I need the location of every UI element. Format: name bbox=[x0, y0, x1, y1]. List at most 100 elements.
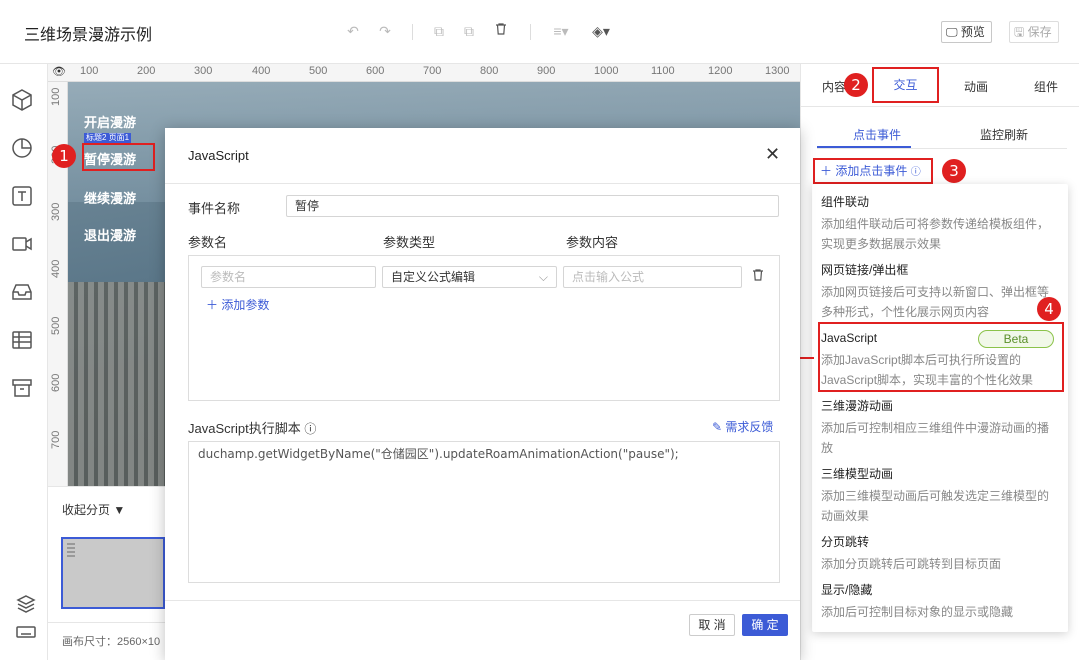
ruler-tick: 500 bbox=[50, 316, 62, 335]
text-icon[interactable] bbox=[10, 184, 38, 212]
param-name-input[interactable]: 参数名 bbox=[201, 266, 376, 288]
javascript-dialog: JavaScript ✕ 事件名称 暂停 参数名 参数类型 参数内容 参数名 自… bbox=[165, 128, 800, 660]
page-thumbnail[interactable] bbox=[61, 537, 165, 609]
layers-icon[interactable]: ◈▾ bbox=[588, 22, 614, 40]
event-option-3d-model[interactable]: 三维模型动画 添加三维模型动画后可触发选定三维模型的动画效果 bbox=[812, 466, 1068, 526]
ruler-tick: 1200 bbox=[708, 65, 733, 77]
ruler-tick: 300 bbox=[194, 65, 213, 77]
undo-icon[interactable]: ↶ bbox=[344, 22, 362, 40]
tab-divider bbox=[801, 106, 1079, 107]
event-option-title: 显示/隐藏 bbox=[821, 583, 873, 597]
eye-icon[interactable]: 👁 bbox=[52, 65, 66, 78]
edit-icon: ✎ bbox=[712, 420, 726, 434]
event-option-page-jump[interactable]: 分页跳转 添加分页跳转后可跳转到目标页面 bbox=[812, 534, 1068, 574]
ruler-horizontal: 👁 100 200 300 400 500 600 700 800 900 10… bbox=[48, 64, 800, 82]
ruler-tick: 600 bbox=[366, 65, 385, 77]
keyboard-icon[interactable] bbox=[14, 620, 42, 648]
subtab-monitor-refresh[interactable]: 监控刷新 bbox=[980, 126, 1028, 143]
event-option-desc: 添加后可控制目标对象的显示或隐藏 bbox=[821, 605, 1014, 619]
redo-icon[interactable]: ↷ bbox=[376, 22, 394, 40]
drag-handle-icon[interactable] bbox=[67, 543, 75, 557]
feedback-label: 需求反馈 bbox=[725, 420, 774, 434]
param-content-input[interactable]: 点击输入公式 bbox=[563, 266, 742, 288]
close-icon[interactable]: ✕ bbox=[765, 144, 780, 165]
paste-icon[interactable]: ⧉ bbox=[460, 22, 478, 40]
app-root: 三维场景漫游示例 ↶ ↷ ⧉ ⧉ ≡▾ ◈▾ 🖵 预览 🖫 保存 👁 100 2… bbox=[0, 0, 1079, 660]
event-option-show-hide[interactable]: 显示/隐藏 添加后可控制目标对象的显示或隐藏 bbox=[812, 582, 1068, 622]
add-click-event-label: 添加点击事件 bbox=[835, 164, 908, 178]
ruler-tick: 800 bbox=[480, 65, 499, 77]
param-content-header: 参数内容 bbox=[566, 235, 619, 250]
ruler-tick: 100 bbox=[80, 65, 99, 77]
ruler-tick: 1100 bbox=[651, 65, 675, 77]
collapse-pages-label: 收起分页 bbox=[62, 503, 111, 517]
dialog-title: JavaScript bbox=[188, 148, 249, 163]
delete-icon[interactable] bbox=[492, 22, 510, 40]
ruler-tick: 1000 bbox=[594, 65, 619, 77]
ruler-tick: 700 bbox=[423, 65, 442, 77]
param-name-header: 参数名 bbox=[188, 235, 228, 250]
script-label-row: JavaScript执行脚本 ⓘ bbox=[188, 418, 316, 437]
table-icon[interactable] bbox=[10, 328, 38, 356]
ruler-tick: 700 bbox=[50, 430, 62, 449]
feedback-link[interactable]: ✎ 需求反馈 bbox=[712, 418, 773, 435]
video-icon[interactable] bbox=[10, 232, 38, 260]
event-type-menu: 组件联动 添加组件联动后可将参数传递给模板组件，实现更多数据展示效果 网页链接/… bbox=[812, 184, 1068, 632]
step-marker-1: 1 bbox=[52, 144, 76, 168]
script-editor[interactable]: duchamp.getWidgetByName("仓储园区").updateRo… bbox=[188, 441, 780, 583]
selection-highlight bbox=[82, 143, 155, 171]
step-marker-2: 2 bbox=[844, 73, 868, 97]
cancel-button[interactable]: 取 消 bbox=[689, 614, 735, 636]
event-option-title: 分页跳转 bbox=[821, 535, 870, 549]
event-option-3d-roam[interactable]: 三维漫游动画 添加后可控制相应三维组件中漫游动画的播放 bbox=[812, 398, 1068, 458]
preview-label: 预览 bbox=[960, 25, 985, 39]
event-option-title: 组件联动 bbox=[821, 195, 870, 209]
pie-chart-icon[interactable] bbox=[10, 136, 38, 164]
align-icon[interactable]: ≡▾ bbox=[548, 22, 574, 40]
copy-icon[interactable]: ⧉ bbox=[430, 22, 448, 40]
ruler-tick: 200 bbox=[137, 65, 156, 77]
menu-start-roam[interactable]: 开启漫游 bbox=[84, 112, 136, 131]
event-option-desc: 添加分页跳转后可跳转到目标页面 bbox=[821, 557, 1002, 571]
param-type-select[interactable]: 自定义公式编辑 ⌵ bbox=[382, 266, 557, 288]
ruler-tick: 1300 bbox=[765, 65, 790, 77]
monitor-icon: 🖵 bbox=[946, 25, 958, 39]
event-option-desc: 添加三维模型动画后可触发选定三维模型的动画效果 bbox=[821, 489, 1050, 523]
script-code: duchamp.getWidgetByName("仓储园区").updateRo… bbox=[198, 447, 679, 461]
selection-label: 标题2 页面1 bbox=[84, 133, 132, 143]
archive-icon[interactable] bbox=[10, 376, 38, 404]
param-table: 参数名 自定义公式编辑 ⌵ 点击输入公式 ＋ 添加参数 bbox=[188, 255, 780, 401]
ruler-vertical: 100 200 300 400 500 600 700 bbox=[48, 82, 68, 486]
subtab-click-event[interactable]: 点击事件 bbox=[853, 126, 901, 143]
menu-resume-roam[interactable]: 继续漫游 bbox=[84, 188, 136, 207]
cube-icon[interactable] bbox=[10, 88, 38, 116]
add-param-button[interactable]: ＋ 添加参数 bbox=[206, 296, 269, 313]
step-marker-4: 4 bbox=[1037, 297, 1061, 321]
save-button[interactable]: 🖫 保存 bbox=[1009, 21, 1059, 43]
plus-icon: ＋ bbox=[206, 298, 222, 312]
chevron-down-icon: ⌵ bbox=[538, 270, 548, 284]
layers-panel-icon[interactable] bbox=[14, 592, 42, 620]
event-option-desc: 添加JavaScript脚本后可执行所设置的JavaScript脚本，实现丰富的… bbox=[821, 353, 1034, 387]
ok-button[interactable]: 确 定 bbox=[742, 614, 788, 636]
event-option-linkage[interactable]: 组件联动 添加组件联动后可将参数传递给模板组件，实现更多数据展示效果 bbox=[812, 194, 1068, 254]
add-click-event-button[interactable]: ＋ 添加点击事件 ⓘ bbox=[813, 158, 933, 184]
subtab-active-indicator bbox=[817, 146, 911, 148]
inbox-icon[interactable] bbox=[10, 280, 38, 308]
ruler-tick: 900 bbox=[537, 65, 556, 77]
script-label: JavaScript执行脚本 bbox=[188, 421, 301, 436]
tab-animation[interactable]: 动画 bbox=[951, 77, 1001, 97]
event-option-weblink[interactable]: 网页链接/弹出框 添加网页链接后可支持以新窗口、弹出框等多种形式，个性化展示网页… bbox=[812, 262, 1068, 322]
param-type-value: 自定义公式编辑 bbox=[391, 270, 476, 284]
menu-exit-roam[interactable]: 退出漫游 bbox=[84, 225, 136, 244]
delete-param-icon[interactable] bbox=[751, 268, 765, 284]
dialog-header: JavaScript ✕ bbox=[165, 128, 800, 184]
help-icon[interactable]: ⓘ bbox=[304, 422, 316, 436]
collapse-pages-toggle[interactable]: 收起分页 ▼ bbox=[62, 501, 125, 518]
event-name-input[interactable]: 暂停 bbox=[286, 195, 779, 217]
event-name-label: 事件名称 bbox=[188, 201, 241, 216]
tab-component[interactable]: 组件 bbox=[1021, 77, 1071, 97]
tab-interaction[interactable]: 交互 bbox=[872, 67, 939, 103]
preview-button[interactable]: 🖵 预览 bbox=[941, 21, 992, 43]
event-option-title: 三维模型动画 bbox=[821, 467, 894, 481]
